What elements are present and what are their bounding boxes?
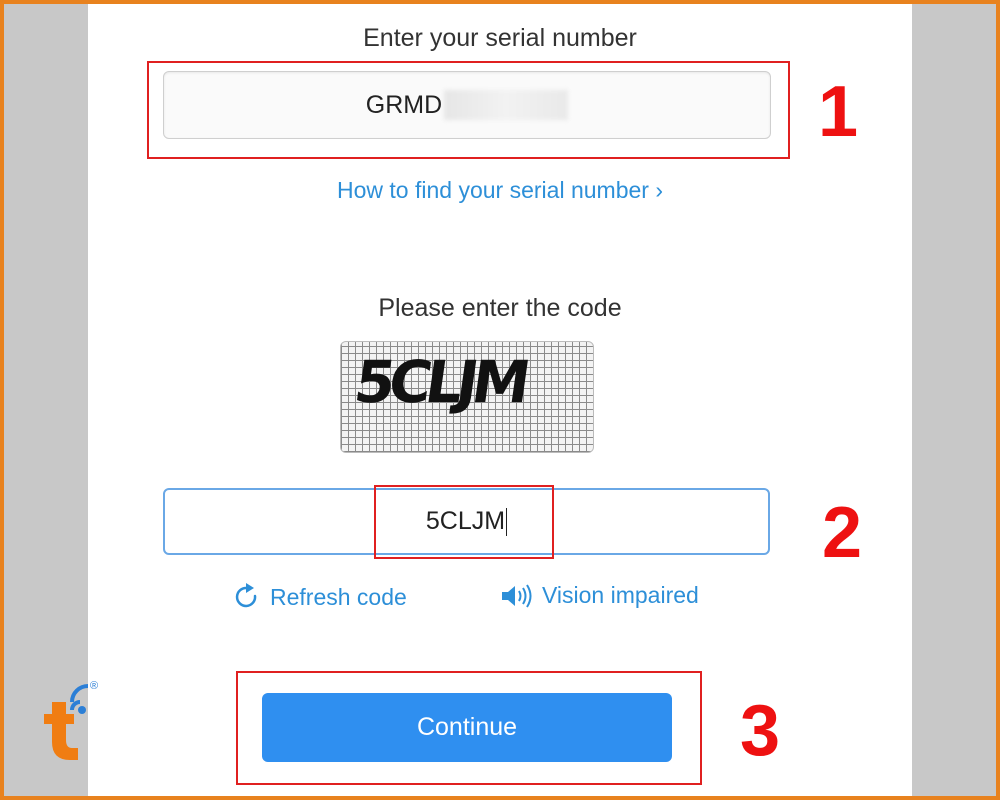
annotation-box-2 <box>374 485 554 559</box>
annotation-box-3 <box>236 671 702 785</box>
serial-label: Enter your serial number <box>363 24 637 52</box>
captcha-image: 5CLJM <box>340 341 594 453</box>
refresh-icon <box>235 583 257 608</box>
annotation-number-2: 2 <box>822 493 863 573</box>
captcha-label: Please enter the code <box>378 294 622 322</box>
speaker-icon <box>502 583 532 608</box>
vision-impaired-label: Vision impaired <box>542 582 699 608</box>
brand-logo-icon: ® <box>38 680 108 770</box>
serial-help-link[interactable]: How to find your serial number › <box>88 177 912 204</box>
annotation-number-1: 1 <box>818 72 859 152</box>
vision-impaired-button[interactable]: Vision impaired <box>500 582 699 609</box>
registered-mark: ® <box>90 680 99 692</box>
captcha-image-text: 5CLJM <box>350 348 529 416</box>
refresh-code-button[interactable]: Refresh code <box>232 582 407 612</box>
annotation-box-1 <box>147 61 790 159</box>
refresh-code-label: Refresh code <box>270 583 407 610</box>
annotation-number-3: 3 <box>740 691 781 771</box>
